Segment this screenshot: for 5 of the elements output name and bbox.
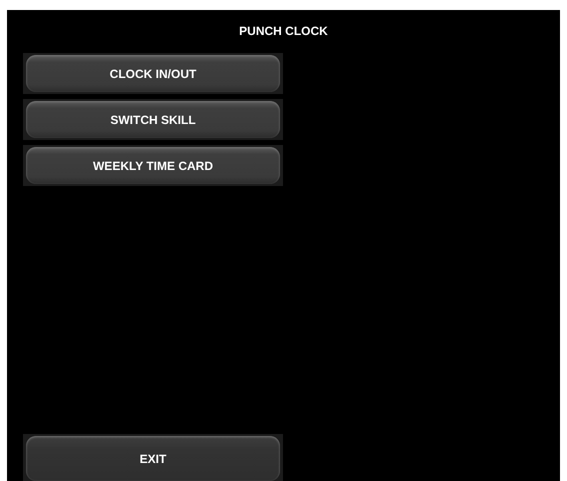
window-title: PUNCH CLOCK <box>238 23 329 40</box>
menu-button[interactable]: WEEKLY TIME CARD <box>26 147 280 184</box>
exit-button[interactable]: EXIT <box>26 436 280 481</box>
menu-button[interactable]: SWITCH SKILL <box>26 101 280 138</box>
menu-button[interactable]: CLOCK IN/OUT <box>26 55 280 92</box>
